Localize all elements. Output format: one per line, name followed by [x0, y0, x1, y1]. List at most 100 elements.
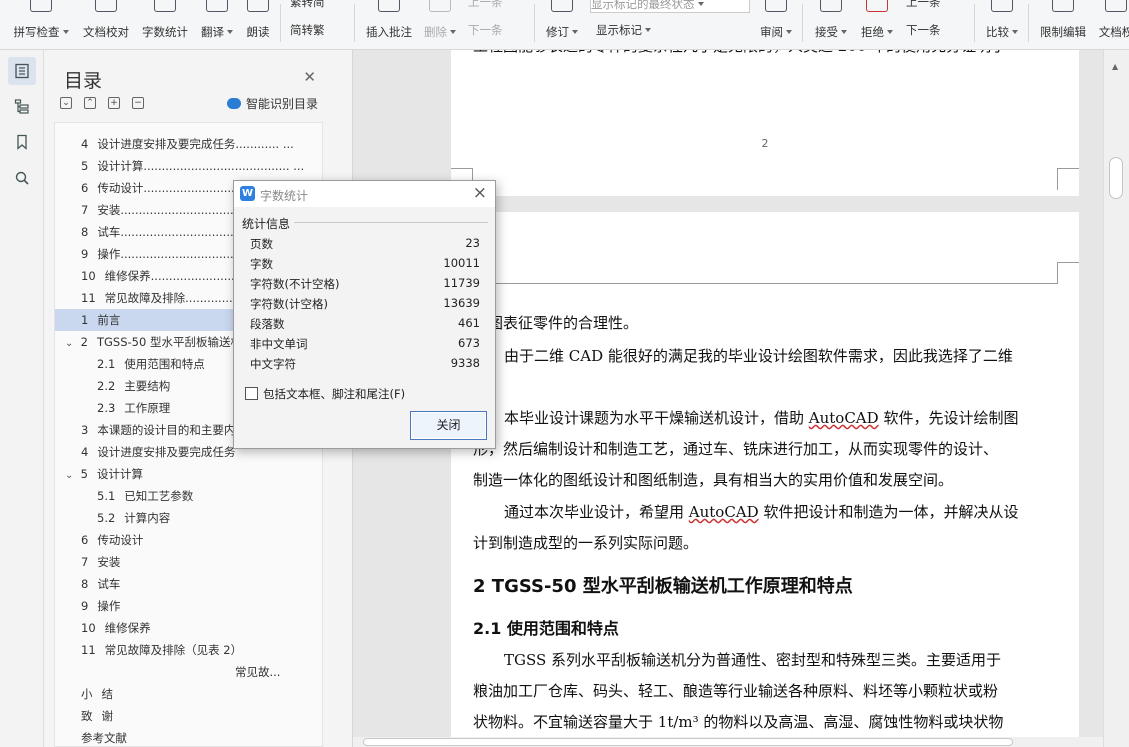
paragraph-line: 计到制造成型的一系列实际问题。	[473, 534, 699, 552]
paragraph-line: 状物料。不宜输送容量大于 1t/m³ 的物料以及高温、高湿、腐蚀性物料或块状物	[473, 713, 1004, 731]
toc-item[interactable]: 7 安装	[81, 551, 120, 573]
insert-comment-button[interactable]: 插入批注	[363, 0, 415, 48]
delete-comment-button[interactable]: 删除	[420, 0, 460, 48]
toc-item[interactable]: 5.1 已知工艺参数	[97, 485, 193, 507]
spell-check-button[interactable]: 拼写检查	[10, 0, 72, 48]
bookmark-icon[interactable]	[8, 128, 36, 156]
toc-item-number: 5.2	[97, 511, 116, 525]
toc-item[interactable]: 9 操作	[81, 595, 120, 617]
doc-proofread-button[interactable]: 文档校对	[80, 0, 132, 48]
paragraph-line: 制造一体化的图纸设计和图纸制造，具有相当大的实用价值和发展空间。	[473, 471, 954, 489]
toc-item-number: 参考文献	[81, 731, 127, 745]
horizontal-scrollbar[interactable]	[353, 737, 1103, 747]
toc-item-label: 已知工艺参数	[124, 489, 194, 503]
accept-icon	[820, 0, 842, 12]
toc-item-label: TGSS-50 型水平刮板输送机	[96, 335, 242, 349]
remove-heading-icon[interactable]: −	[132, 97, 144, 109]
scroll-up-icon[interactable]: ▲	[1112, 62, 1118, 71]
toc-item-number: 1	[81, 313, 89, 327]
paragraph-line: 形，然后编制设计和制造工艺，通过车、铣床进行加工，从而实现零件的设计、	[473, 440, 999, 458]
toc-item[interactable]: 2.3 工作原理	[97, 397, 170, 419]
cloud-icon	[227, 98, 241, 109]
stat-row: 字符数(计空格) 13639	[250, 296, 480, 316]
stat-value: 13639	[443, 296, 480, 310]
doc-permission-button[interactable]: 文档权	[1096, 0, 1129, 48]
stat-value: 673	[458, 336, 480, 350]
nav-tree-icon[interactable]	[8, 92, 36, 120]
toc-item[interactable]: ⌄ 2 TGSS-50 型水平刮板输送机	[65, 331, 242, 353]
toc-icon[interactable]	[8, 57, 36, 85]
toc-item[interactable]: 致谢	[81, 705, 113, 727]
read-aloud-button[interactable]: 朗读	[242, 0, 274, 48]
stat-value: 9338	[450, 356, 480, 370]
toc-item[interactable]: 4 设计进度安排及要完成任务............ ...	[81, 133, 294, 155]
toc-item[interactable]: 小结	[81, 683, 113, 705]
toc-item-label: 工作原理	[124, 401, 171, 415]
toc-item[interactable]: 参考文献	[81, 727, 136, 746]
stats-section-label: 统计信息	[242, 217, 291, 231]
toc-item[interactable]: 2.2 主要结构	[97, 375, 170, 397]
vertical-scrollbar[interactable]: ▲	[1103, 50, 1129, 747]
collapse-all-icon[interactable]: ⌄	[60, 97, 72, 109]
toc-item[interactable]: 10 维修保养	[81, 617, 151, 639]
toc-item[interactable]: 6 传动设计	[81, 529, 143, 551]
add-heading-icon[interactable]: +	[108, 97, 120, 109]
include-textbox-checkbox[interactable]	[245, 387, 258, 400]
toc-item[interactable]: 11 常见故障及排除（见表 2）	[81, 639, 242, 661]
translate-icon	[206, 0, 228, 12]
toc-item-label: 设计进度安排及要完成任务............ ...	[97, 137, 294, 151]
smart-toc-button[interactable]: 智能识别目录	[227, 95, 318, 112]
track-changes-button[interactable]: 修订	[542, 0, 582, 48]
stat-value: 11739	[443, 276, 480, 290]
next-change-button[interactable]: 下一条	[906, 22, 970, 42]
toc-item[interactable]: 常见故...	[235, 661, 280, 683]
stat-label: 字数	[250, 257, 273, 271]
horizontal-scroll-thumb[interactable]	[363, 738, 1013, 746]
include-textbox-label[interactable]: 包括文本框、脚注和尾注(F)	[263, 386, 405, 402]
review-button[interactable]: 审阅	[756, 0, 796, 48]
markup-view-select[interactable]: 显示标记的最终状态	[590, 0, 750, 13]
toc-item[interactable]: 8 试车	[81, 573, 120, 595]
toc-item-label: 主要结构	[124, 379, 171, 393]
translate-button[interactable]: 翻译	[196, 0, 238, 48]
ribbon-toolbar: 拼写检查 文档校对 字数统计 翻译 朗读 繁转简 简转繁 插入批注 删除 上一条…	[0, 0, 1129, 50]
close-button[interactable]: 关闭	[410, 411, 487, 440]
next-comment-button[interactable]: 下一条	[468, 22, 528, 42]
vertical-scroll-thumb[interactable]	[1109, 157, 1123, 199]
toc-item[interactable]: ⌄ 5 设计计算	[65, 463, 143, 485]
accept-button[interactable]: 接受	[810, 0, 852, 48]
chevron-down-icon[interactable]: ⌄	[65, 465, 77, 487]
spell-check-icon	[30, 0, 52, 12]
ribbon-separator	[534, 4, 535, 42]
toc-item[interactable]: 3 本课题的设计目的和主要内	[81, 419, 235, 441]
toc-item-number: 5	[81, 159, 89, 173]
chevron-down-icon[interactable]: ⌄	[65, 333, 77, 355]
toc-item-number: 10	[81, 269, 96, 283]
search-icon[interactable]	[8, 164, 36, 192]
word-count-button[interactable]: 字数统计	[138, 0, 192, 48]
toc-item[interactable]: 2.1 使用范围和特点	[97, 353, 205, 375]
toc-item-number: 9	[81, 599, 89, 613]
expand-up-icon[interactable]: ⌃	[84, 97, 96, 109]
restrict-editing-button[interactable]: 限制编辑	[1036, 0, 1090, 48]
simp-to-trad-button[interactable]: 简转繁	[290, 22, 350, 42]
compare-button[interactable]: 比较	[982, 0, 1022, 48]
show-markup-button[interactable]: 显示标记	[596, 22, 686, 42]
toc-item-label: 设计计算	[96, 467, 143, 481]
toc-item[interactable]: 5.2 计算内容	[97, 507, 170, 529]
dialog-titlebar[interactable]: W 字数统计 ×	[234, 181, 495, 207]
stat-row: 字符数(不计空格) 11739	[250, 276, 480, 296]
toc-item-label: 使用范围和特点	[124, 357, 205, 371]
toc-item[interactable]: 5 设计计算...................................…	[81, 155, 304, 177]
close-icon[interactable]: ✕	[303, 68, 316, 86]
trad-to-simp-button[interactable]: 繁转简	[290, 0, 350, 14]
close-icon[interactable]: ×	[473, 183, 487, 203]
toc-item-number: 5	[80, 467, 88, 481]
stat-row: 字数 10011	[250, 256, 480, 276]
toc-item[interactable]: 4 设计进度安排及要完成任务	[81, 441, 235, 463]
toc-item-number: 6	[81, 533, 89, 547]
stat-value: 10011	[443, 256, 480, 270]
reject-button[interactable]: 拒绝	[856, 0, 898, 48]
prev-comment-button[interactable]: 上一条	[468, 0, 528, 14]
prev-change-button[interactable]: 上一条	[906, 0, 970, 14]
